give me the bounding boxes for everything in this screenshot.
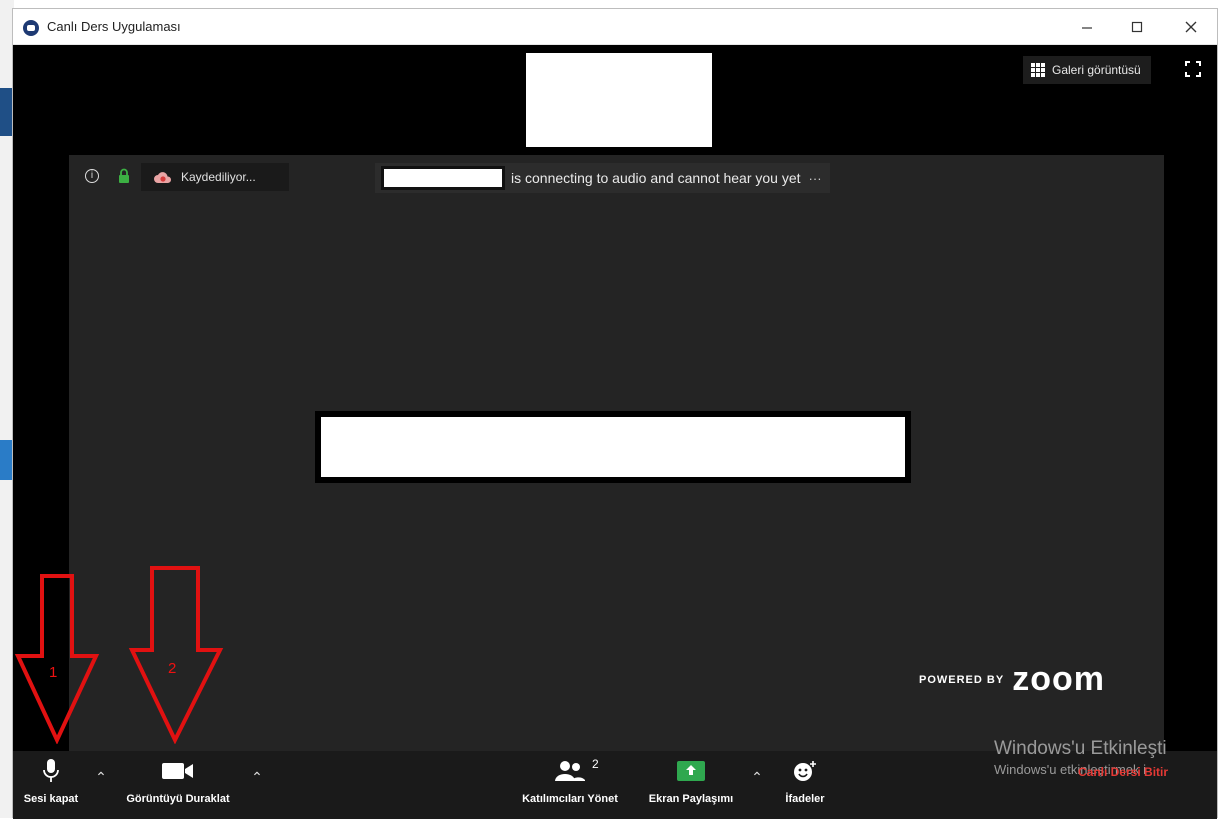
share-screen-button[interactable]: Ekran Paylaşımı: [637, 759, 745, 805]
maximize-icon[interactable]: [1117, 15, 1157, 39]
notification-text: is connecting to audio and cannot hear y…: [511, 170, 801, 186]
video-camera-icon: [162, 763, 193, 779]
more-options-icon[interactable]: ···: [809, 171, 822, 186]
audio-notification: is connecting to audio and cannot hear y…: [375, 163, 830, 193]
mute-button[interactable]: Sesi kapat: [17, 759, 85, 805]
powered-by-text: POWERED BY: [919, 673, 1005, 686]
audio-options-caret-icon[interactable]: ⌃: [91, 769, 111, 786]
share-options-caret-icon[interactable]: ⌃: [747, 769, 767, 786]
close-icon[interactable]: [1171, 15, 1211, 39]
lock-icon[interactable]: [118, 168, 130, 184]
reactions-label: İfadeler: [785, 793, 825, 805]
zoom-wordmark: zoom: [1012, 660, 1105, 698]
share-screen-icon: [677, 761, 705, 781]
annotation-number-1: 1: [49, 664, 58, 681]
app-logo-icon: [23, 20, 39, 36]
stop-video-button[interactable]: Görüntüyü Duraklat: [113, 759, 243, 805]
microphone-icon: [43, 759, 59, 782]
reactions-button[interactable]: İfadeler: [773, 759, 837, 805]
annotation-arrow-2: [128, 566, 224, 744]
title-bar: Canlı Ders Uygulaması: [13, 9, 1217, 45]
participant-count: 2: [592, 757, 599, 771]
video-label: Görüntüyü Duraklat: [126, 793, 230, 805]
redacted-participant-label: [315, 411, 911, 483]
participants-label: Katılımcıları Yönet: [522, 793, 618, 805]
participants-icon: [555, 761, 585, 781]
end-meeting-button[interactable]: Canlı Dersi Bitir: [1078, 765, 1168, 779]
recording-label: Kaydediliyor...: [181, 170, 256, 184]
annotation-arrow-1: [14, 574, 100, 744]
manage-participants-button[interactable]: 2 Katılımcıları Yönet: [509, 757, 631, 805]
gallery-view-button[interactable]: Galeri görüntüsü: [1023, 56, 1151, 84]
smiley-icon: [794, 761, 816, 781]
info-icon[interactable]: i: [85, 169, 99, 183]
annotation-number-2: 2: [168, 660, 177, 677]
gallery-view-label: Galeri görüntüsü: [1052, 63, 1141, 77]
redacted-video-thumbnail: [526, 53, 712, 147]
mute-label: Sesi kapat: [23, 793, 79, 805]
recording-indicator[interactable]: Kaydediliyor...: [141, 163, 289, 191]
watermark-line1: Windows'u Etkinleşti: [994, 738, 1167, 759]
share-label: Ekran Paylaşımı: [648, 793, 734, 805]
redacted-participant-name: [381, 166, 505, 190]
video-options-caret-icon[interactable]: ⌃: [247, 769, 267, 786]
active-speaker-video: i Kaydediliyor... is connecting to audio…: [69, 155, 1164, 755]
grid-icon: [1031, 63, 1045, 77]
window-title: Canlı Ders Uygulaması: [47, 19, 181, 34]
minimize-icon[interactable]: [1067, 15, 1107, 39]
powered-by-zoom-logo: POWERED BY zoom: [919, 660, 1105, 699]
cloud-record-icon: [154, 172, 172, 183]
fullscreen-icon[interactable]: [1185, 61, 1201, 77]
